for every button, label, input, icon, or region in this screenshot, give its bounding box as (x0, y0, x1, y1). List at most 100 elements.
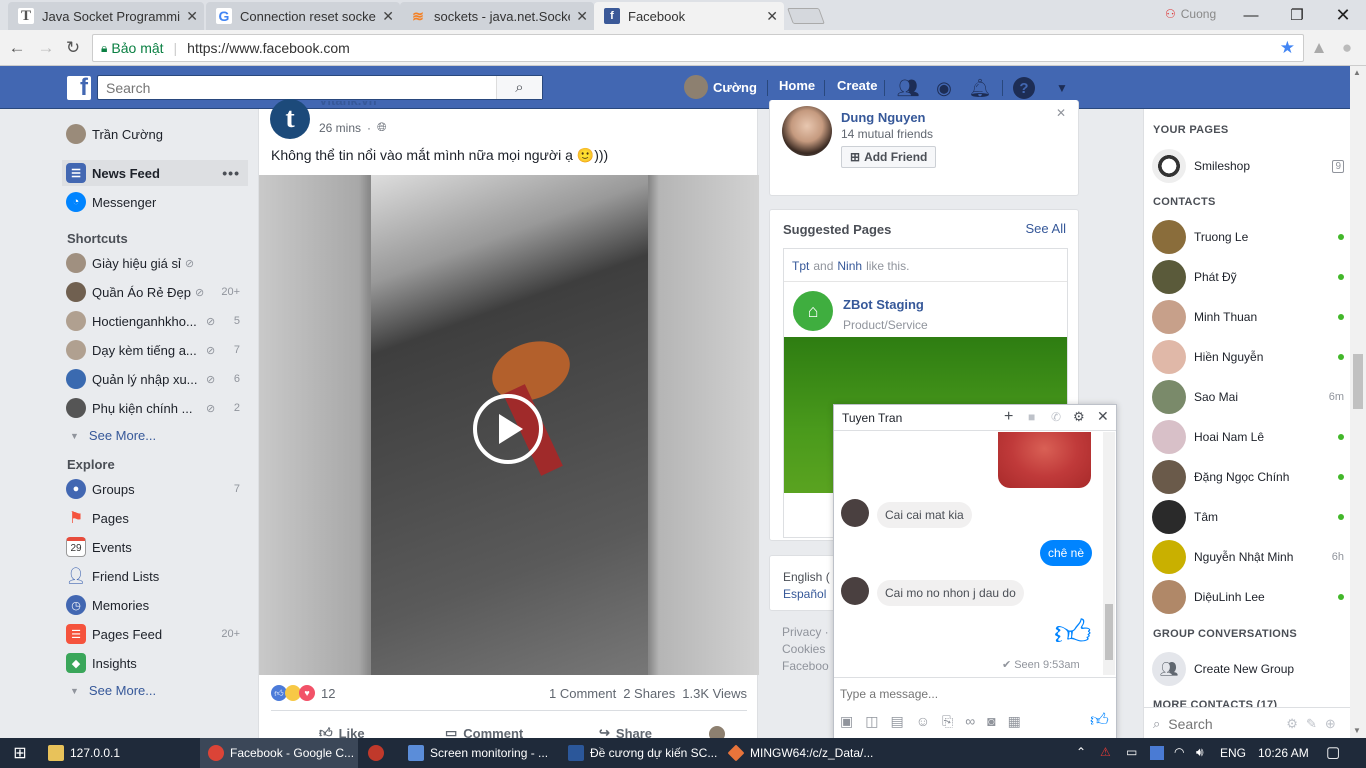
windows-start-icon[interactable]: ⊞ (0, 738, 40, 768)
input-language[interactable]: ENG (1220, 746, 1246, 760)
photo-icon[interactable]: ▣ (840, 713, 853, 730)
contact-item[interactable]: Sao Mai 6m (1152, 377, 1344, 417)
bookmark-star-icon[interactable]: ★ (1280, 38, 1295, 58)
sidebar-item-insights[interactable]: ◆ Insights (62, 650, 248, 676)
taskbar-item-active[interactable]: Facebook - Google C... (200, 738, 358, 768)
contact-item[interactable]: Tâm (1152, 497, 1344, 537)
link-icon[interactable]: ∞ (965, 713, 975, 730)
play-icon[interactable] (473, 394, 543, 464)
gear-icon[interactable]: ⚙ (1286, 716, 1298, 732)
app-tray-icon[interactable] (1150, 746, 1164, 760)
post-time[interactable]: 26 mins (319, 121, 361, 135)
sidebar-item-profile[interactable]: Trần Cường (62, 121, 248, 147)
network-alert-icon[interactable]: ⚠ (1100, 745, 1111, 759)
close-tab-icon[interactable]: ✕ (186, 8, 198, 25)
shared-photo[interactable] (998, 432, 1091, 488)
contact-item[interactable]: Đặng Ngọc Chính (1152, 457, 1344, 497)
contact-item[interactable]: Minh Thuan (1152, 297, 1344, 337)
shortcut-item[interactable]: Giày hiệu giá sỉ ⊘ (62, 250, 248, 276)
extension-icon[interactable]: ● (1336, 37, 1358, 59)
sidebar-item-groups[interactable]: ● Groups 7 (62, 476, 248, 502)
sidebar-item-pages[interactable]: ⚑ Pages (62, 505, 248, 531)
page-name[interactable]: ZBot Staging (843, 297, 924, 312)
search-input[interactable] (98, 79, 496, 96)
notifications-icon[interactable]: 🔔︎ (968, 76, 992, 100)
language-espanol[interactable]: Español (783, 587, 826, 601)
minimize-icon[interactable]: — (1228, 0, 1274, 30)
scrollbar-thumb[interactable] (1105, 604, 1113, 660)
create-link[interactable]: Create (837, 78, 877, 93)
scroll-down-icon[interactable]: ▼ (1353, 726, 1361, 735)
shortcut-item[interactable]: Dạy kèm tiếng a... ⊘ 7 (62, 337, 248, 363)
camera-icon[interactable]: ◙ (987, 713, 995, 730)
sidebar-item-friend-lists[interactable]: 👤︎ Friend Lists (62, 563, 248, 589)
search-icon[interactable]: ⌕ (496, 76, 542, 99)
extension-icon[interactable]: ▲ (1308, 37, 1330, 59)
page-logo-icon[interactable]: ⌂ (793, 291, 833, 331)
messenger-icon[interactable]: ◉ (932, 76, 956, 100)
create-new-group[interactable]: 👥︎ Create New Group (1152, 649, 1344, 689)
attachment-icon[interactable]: ⎘ (942, 713, 953, 730)
shortcut-item[interactable]: Phụ kiện chính ... ⊘ 2 (62, 395, 248, 421)
taskbar-item[interactable]: Screen monitoring - ... (400, 738, 558, 768)
browser-tab[interactable]: G Connection reset socket j ✕ (206, 2, 400, 30)
reactions-summary[interactable]: 👍︎ ♥ 12 (271, 685, 335, 701)
add-friend-button[interactable]: ⊞ Add Friend (841, 146, 937, 168)
friend-link[interactable]: Ninh (837, 259, 862, 273)
more-options-icon[interactable]: ••• (222, 165, 240, 181)
taskbar-item[interactable] (360, 738, 398, 768)
contact-item[interactable]: DiệuLinh Lee (1152, 577, 1344, 617)
close-tab-icon[interactable]: ✕ (766, 8, 778, 25)
scrollbar-thumb[interactable] (1353, 354, 1363, 409)
sidebar-item-memories[interactable]: ◷ Memories (62, 592, 248, 618)
sidebar-item-messenger[interactable]: ◔ Messenger (62, 189, 248, 215)
taskbar-item[interactable]: 127.0.0.1 (40, 738, 198, 768)
new-group-icon[interactable]: ⊕ (1325, 716, 1336, 732)
post-author[interactable]: Vitank.vn (319, 101, 377, 109)
reload-icon[interactable]: ↻ (62, 37, 84, 59)
new-tab-button[interactable] (787, 8, 825, 24)
send-like-icon[interactable]: 👍︎ (1090, 709, 1109, 731)
shares-count[interactable]: 2 Shares (623, 686, 675, 701)
browser-tab-active[interactable]: f Facebook ✕ (594, 2, 784, 30)
sidebar-item-news-feed[interactable]: ☰ News Feed ••• (62, 160, 248, 186)
sidebar-item-events[interactable]: 29 Events (62, 534, 248, 560)
see-all-link[interactable]: See All (1026, 221, 1066, 236)
back-icon[interactable]: ← (6, 37, 28, 59)
profile-link[interactable]: Cường (684, 75, 757, 99)
home-link[interactable]: Home (779, 78, 815, 93)
close-icon[interactable]: ✕ (1056, 106, 1066, 120)
shortcut-item[interactable]: Quần Áo Rẻ Đẹp ⊘ 20+ (62, 279, 248, 305)
contact-item[interactable]: Hoai Nam Lê (1152, 417, 1344, 457)
chevron-up-icon[interactable]: ⌃ (1076, 745, 1086, 759)
friend-name[interactable]: Dung Nguyen (841, 110, 926, 125)
see-more-shortcuts[interactable]: ▼ See More... (70, 428, 156, 443)
friend-avatar[interactable] (782, 106, 832, 156)
battery-icon[interactable]: ▭ (1126, 745, 1137, 759)
contact-item[interactable]: Nguyễn Nhật Minh 6h (1152, 537, 1344, 577)
close-window-icon[interactable]: ✕ (1320, 0, 1366, 30)
contact-item[interactable]: Truong Le (1152, 217, 1344, 257)
footer-cookies[interactable]: Cookies (782, 642, 825, 656)
chat-search-input[interactable] (1168, 716, 1259, 732)
friend-link[interactable]: Tpt (792, 259, 809, 273)
clock[interactable]: 10:26 AM (1258, 746, 1309, 760)
wifi-icon[interactable]: ◠ (1174, 745, 1184, 759)
volume-icon[interactable]: 🔊︎ (1196, 745, 1204, 760)
taskbar-item[interactable]: MINGW64:/c/z_Data/... (720, 738, 878, 768)
contact-item[interactable]: Phát Đỹ (1152, 257, 1344, 297)
add-people-icon[interactable]: + (1004, 408, 1013, 426)
footer-privacy[interactable]: Privacy · (782, 625, 829, 639)
video-player[interactable] (259, 175, 759, 675)
sidebar-item-pages-feed[interactable]: ☰ Pages Feed 20+ (62, 621, 248, 647)
page-item[interactable]: Smileshop 9 (1152, 146, 1344, 186)
chat-scrollbar[interactable] (1103, 432, 1115, 675)
phone-icon[interactable]: ✆ (1051, 410, 1061, 424)
page-avatar[interactable]: t (270, 99, 310, 139)
comments-count[interactable]: 1 Comment (549, 686, 616, 701)
emoji-icon[interactable]: ☺ (916, 713, 930, 730)
browser-tab[interactable]: T Java Socket Programming ✕ (8, 2, 204, 30)
gear-icon[interactable]: ⚙ (1073, 409, 1085, 425)
chevron-down-icon[interactable]: ▼ (1050, 76, 1074, 100)
facebook-logo-icon[interactable]: f (67, 76, 91, 100)
